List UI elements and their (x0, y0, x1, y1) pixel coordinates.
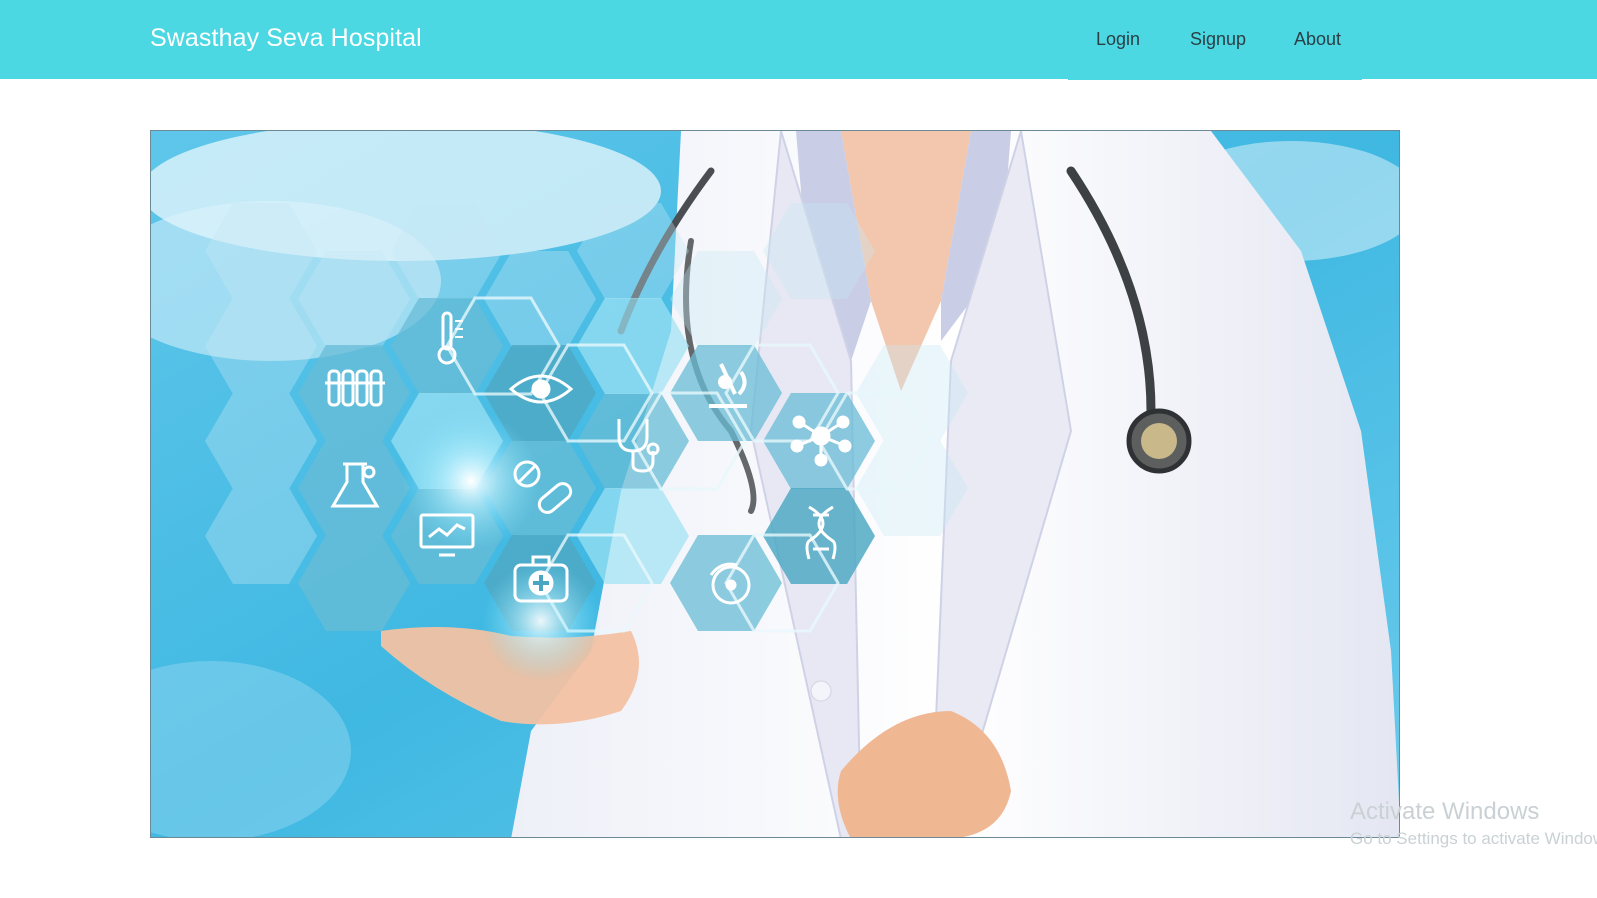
brand-link[interactable]: Swasthay Seva Hospital (150, 24, 422, 53)
navbar: Swasthay Seva Hospital Login Signup Abou… (0, 0, 1597, 83)
nav-login-link[interactable]: Login (1096, 29, 1140, 50)
nav-about-link[interactable]: About (1294, 29, 1341, 50)
nav-links: Login Signup About (1068, 0, 1362, 83)
hero-image (150, 130, 1400, 838)
nav-signup-link[interactable]: Signup (1190, 29, 1246, 50)
